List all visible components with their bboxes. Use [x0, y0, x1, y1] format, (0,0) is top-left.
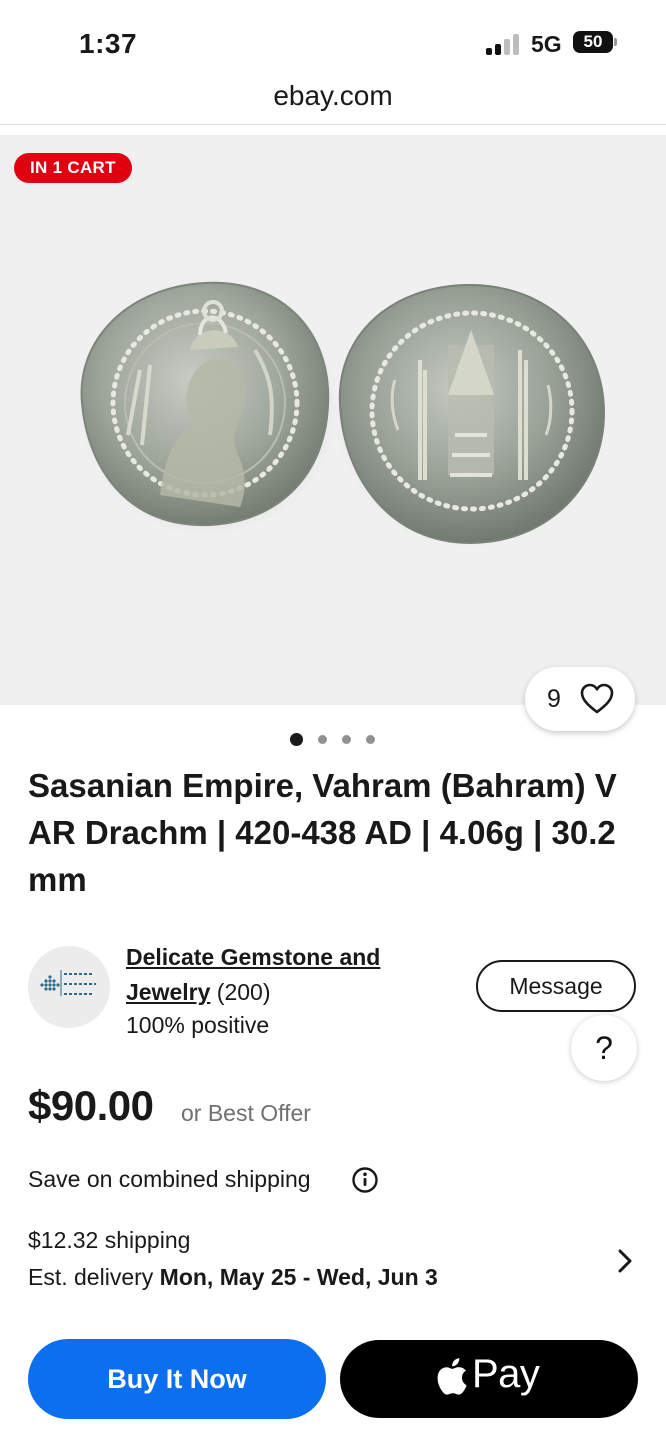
estimated-delivery: Est. delivery Mon, May 25 - Wed, Jun 3 [28, 1264, 438, 1291]
url-bar[interactable]: ebay.com [0, 78, 666, 124]
watch-count: 9 [547, 685, 561, 713]
network-label: 5G [531, 31, 562, 57]
chevron-right-icon[interactable] [614, 1246, 636, 1276]
seller-feedback-count: (200) [216, 979, 271, 1005]
image-pagination[interactable] [290, 732, 380, 748]
seller-positive: 100% positive [126, 1012, 270, 1038]
coin-reverse [335, 283, 606, 549]
price: $90.00 [28, 1082, 154, 1129]
status-time: 1:37 [79, 28, 138, 59]
apple-pay-label: Pay [472, 1352, 540, 1396]
best-offer-label: or Best Offer [181, 1100, 311, 1126]
info-icon[interactable] [351, 1166, 379, 1194]
combined-shipping: Save on combined shipping [28, 1166, 311, 1192]
signal-icon [486, 33, 522, 55]
product-image[interactable] [0, 135, 666, 705]
shipping-cost: $12.32 shipping [28, 1227, 191, 1253]
apple-pay-button[interactable]: Pay [340, 1340, 638, 1418]
pagination-dot[interactable] [342, 735, 351, 744]
in-cart-badge: IN 1 CART [14, 153, 132, 183]
pagination-dot[interactable] [318, 735, 327, 744]
url-divider [0, 124, 666, 125]
help-button[interactable]: ? [571, 1015, 637, 1081]
watch-button[interactable]: 9 [525, 667, 635, 731]
seller-logo-mark [40, 970, 96, 996]
seller-name: Delicate Gemstone and Jewelry (200) [126, 940, 456, 1010]
pagination-dot[interactable] [290, 733, 303, 746]
message-button[interactable]: Message [476, 960, 636, 1012]
coin-images [78, 277, 606, 549]
delivery-range: Mon, May 25 - Wed, Jun 3 [159, 1264, 438, 1290]
buy-it-now-button[interactable]: Buy It Now [28, 1339, 326, 1419]
apple-icon [437, 1358, 467, 1395]
listing-title: Sasanian Empire, Vahram (Bahram) V AR Dr… [28, 767, 617, 898]
delivery-prefix: Est. delivery [28, 1264, 154, 1290]
pagination-dot[interactable] [366, 735, 375, 744]
seller-logo[interactable] [28, 946, 110, 1028]
battery-level: 50 [573, 31, 613, 53]
coin-obverse [78, 277, 338, 537]
battery-icon: 50 [573, 31, 617, 55]
heart-icon [580, 683, 614, 714]
